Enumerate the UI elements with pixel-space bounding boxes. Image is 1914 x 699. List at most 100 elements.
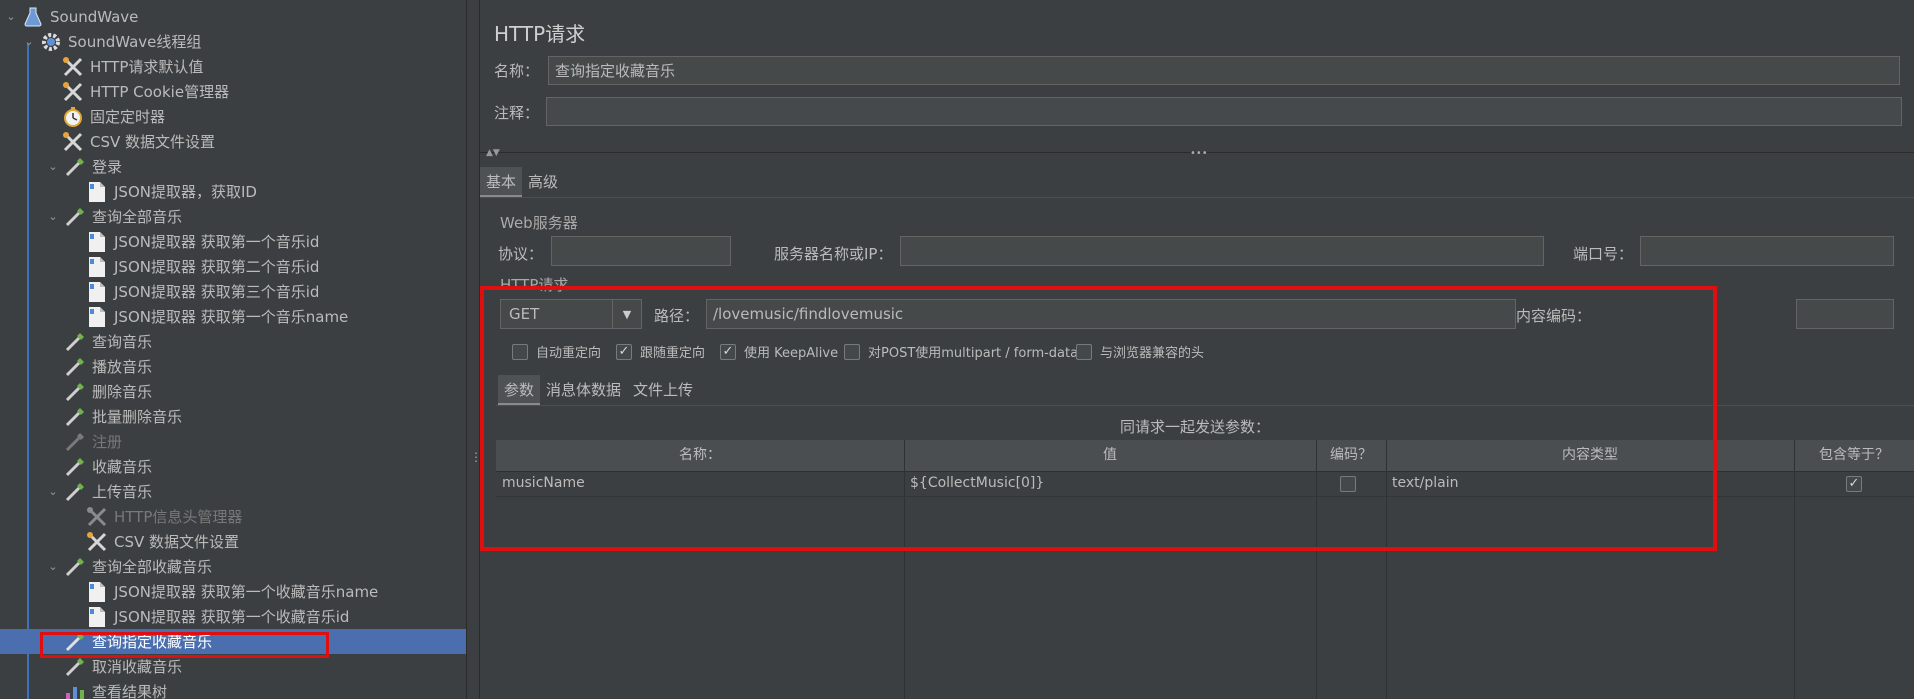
chart-icon [64,681,86,699]
tree-item-upload-music[interactable]: ⌄ 上传音乐 [0,479,466,504]
chevron-down-icon[interactable]: ⌄ [46,160,60,174]
cell-content-type[interactable]: text/plain [1386,471,1792,496]
tree-item-delete-music[interactable]: 删除音乐 [0,379,466,404]
tree-item-label: 注册 [92,433,123,451]
split-pane-divider[interactable] [466,0,480,699]
splitter-grip-icon[interactable]: ••• [1190,148,1208,159]
tree-item-label: JSON提取器 获取第一个收藏音乐name [114,583,379,601]
checkbox-label: 对POST使用multipart / form-data [868,346,1079,361]
comment-field[interactable] [546,97,1902,126]
tree-item-label: 登录 [92,158,123,176]
tree-item-label: JSON提取器 获取第一个音乐id [114,233,320,251]
method-select[interactable]: GET ▼ [500,299,642,329]
chevron-down-icon[interactable]: ⌄ [46,560,60,574]
pipette-icon [64,631,86,653]
tree-item-label: JSON提取器 获取第一个音乐name [114,308,349,326]
cell-include-equals[interactable]: ✓ [1794,471,1914,496]
tree-item-label: JSON提取器 获取第二个音乐id [114,258,320,276]
tab-parameters[interactable]: 参数 [498,375,541,405]
tree-item-json-extractor[interactable]: JSON提取器 获取第三个音乐id [0,279,466,304]
column-header-content-type[interactable]: 内容类型 [1386,440,1794,471]
auto-redirect-checkbox[interactable]: 自动重定向 [512,342,601,361]
tree-item-constant-timer[interactable]: 固定定时器 [0,104,466,129]
checkbox-box[interactable] [512,343,528,360]
tree-item-login[interactable]: ⌄ 登录 [0,154,466,179]
document-icon [86,231,108,253]
chevron-down-icon[interactable]: ⌄ [46,485,60,499]
document-icon [86,181,108,203]
tree-item-register[interactable]: 注册 [0,429,466,454]
chevron-down-icon[interactable]: ⌄ [4,10,18,24]
tree-item-play-music[interactable]: 播放音乐 [0,354,466,379]
checkbox-box[interactable] [1076,343,1092,360]
tree-item-label: JSON提取器 获取第一个收藏音乐id [114,608,350,626]
request-subtabs: 参数 消息体数据 文件上传 [498,375,699,405]
chevron-down-icon[interactable]: ⌄ [22,35,36,49]
tree-item-json-extractor[interactable]: JSON提取器 获取第二个音乐id [0,254,466,279]
tree-item-collect-music[interactable]: 收藏音乐 [0,454,466,479]
encoding-field[interactable] [1796,299,1894,329]
tree-item-csv-data[interactable]: CSV 数据文件设置 [0,529,466,554]
pipette-icon [64,206,86,228]
tree-item-query-specific-collected[interactable]: 查询指定收藏音乐 [0,629,466,654]
tree-item-view-results-tree[interactable]: 查看结果树 [0,679,466,699]
checkmark-icon[interactable]: ✓ [1846,475,1862,492]
tab-advanced[interactable]: 高级 [522,167,564,197]
row-divider [496,496,1914,497]
port-field[interactable] [1640,236,1894,266]
protocol-field[interactable] [551,236,731,266]
tree-item-label: HTTP Cookie管理器 [90,83,230,101]
tree-item-query-music[interactable]: 查询音乐 [0,329,466,354]
tree-item-json-extractor[interactable]: JSON提取器，获取ID [0,179,466,204]
checkbox-label: 自动重定向 [536,346,602,361]
tree-item-thread-group[interactable]: ⌄ SoundWave线程组 [0,29,466,54]
name-field[interactable] [548,56,1900,85]
gear-icon [40,31,62,53]
keepalive-checkbox[interactable]: ✓ 使用 KeepAlive [720,342,838,361]
tree-item-soundwave[interactable]: ⌄ SoundWave [0,4,466,29]
dropdown-arrow-icon[interactable]: ▼ [612,300,641,328]
tab-basic[interactable]: 基本 [480,167,523,197]
multipart-checkbox[interactable]: 对POST使用multipart / form-data [844,342,1078,361]
path-field[interactable] [706,299,1516,329]
checkbox-label: 与浏览器兼容的头 [1100,346,1205,361]
cell-param-name[interactable]: musicName [496,471,902,496]
tree-item-query-all-music[interactable]: ⌄ 查询全部音乐 [0,204,466,229]
parameters-table[interactable]: 名称： 值 编码？ 内容类型 包含等于？ musicName ${Collect… [496,440,1914,699]
cell-encode[interactable] [1316,471,1380,496]
checkbox-box[interactable] [844,343,860,360]
tree-item-cancel-collect[interactable]: 取消收藏音乐 [0,654,466,679]
tree-item-header-manager[interactable]: HTTP信息头管理器 [0,504,466,529]
tree-item-json-extractor[interactable]: JSON提取器 获取第一个音乐name [0,304,466,329]
tree-item-cookie-manager[interactable]: HTTP Cookie管理器 [0,79,466,104]
server-label: 服务器名称或IP： [774,245,893,263]
tree-item-batch-delete-music[interactable]: 批量删除音乐 [0,404,466,429]
column-header-include-equals[interactable]: 包含等于？ [1794,440,1914,471]
follow-redirect-checkbox[interactable]: ✓ 跟随重定向 [616,342,705,361]
tab-body-data[interactable]: 消息体数据 [540,375,627,405]
wrench-icon [86,531,108,553]
checkmark-icon[interactable]: ✓ [720,343,736,360]
server-field[interactable] [900,236,1544,266]
tab-file-upload[interactable]: 文件上传 [627,375,699,405]
pipette-icon [64,156,86,178]
tree-item-json-extractor[interactable]: JSON提取器 获取第一个音乐id [0,229,466,254]
tree-item-json-extractor[interactable]: JSON提取器 获取第一个收藏音乐id [0,604,466,629]
collapse-arrows-icon[interactable]: ▲▼ [486,148,500,158]
checkmark-icon[interactable]: ✓ [616,343,632,360]
chevron-down-icon[interactable]: ⌄ [46,210,60,224]
column-header-name[interactable]: 名称： [496,440,904,471]
pipette-icon [64,331,86,353]
tree-item-json-extractor[interactable]: JSON提取器 获取第一个收藏音乐name [0,579,466,604]
tree-item-http-defaults[interactable]: HTTP请求默认值 [0,54,466,79]
checkbox-label: 跟随重定向 [640,346,706,361]
browser-headers-checkbox[interactable]: 与浏览器兼容的头 [1076,342,1204,361]
test-plan-tree[interactable]: ⌄ SoundWave ⌄ SoundWave线程组 HTTP请求默认值 HTT… [0,0,466,699]
checkbox-label: 使用 KeepAlive [744,346,839,361]
checkbox-box[interactable] [1340,475,1356,492]
tree-item-query-all-collected[interactable]: ⌄ 查询全部收藏音乐 [0,554,466,579]
column-header-encode[interactable]: 编码？ [1316,440,1386,471]
tree-item-csv-data[interactable]: CSV 数据文件设置 [0,129,466,154]
cell-param-value[interactable]: ${CollectMusic[0]} [904,471,1314,496]
column-header-value[interactable]: 值 [904,440,1316,471]
